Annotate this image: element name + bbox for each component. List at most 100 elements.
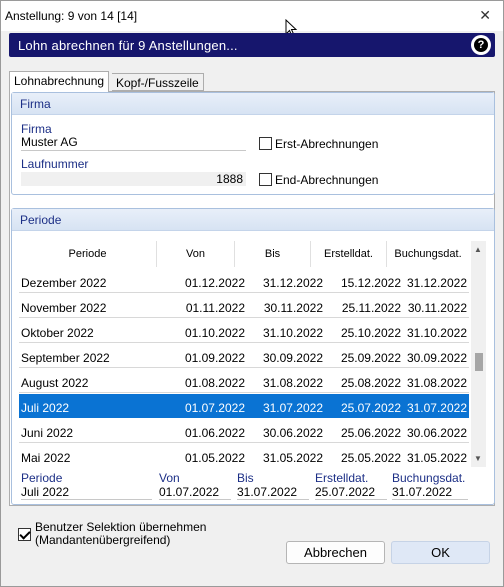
detail-underline-bis: [237, 499, 309, 500]
banner-title: Lohn abrechnen für 9 Anstellungen...: [18, 38, 238, 53]
end-abrechnungen-label: End-Abrechnungen: [275, 173, 379, 187]
cell-erstelldat: 25.06.2022: [340, 426, 401, 440]
title-bar[interactable]: Anstellung: 9 von 14 [14] ✕: [1, 1, 503, 31]
cell-periode: Oktober 2022: [21, 326, 94, 340]
table-row[interactable]: November 2022 01.11.2022 30.11.2022 25.1…: [19, 294, 469, 318]
benutzer-selektion-checkbox[interactable]: [18, 528, 31, 541]
row-divider: [19, 292, 469, 293]
cell-bis: 30.09.2022: [262, 351, 323, 365]
laufnummer-field[interactable]: 1888: [21, 172, 246, 186]
cell-bis: 30.11.2022: [263, 301, 323, 315]
table-row-selected[interactable]: Juli 2022 01.07.2022 31.07.2022 25.07.20…: [19, 394, 469, 418]
cell-erstelldat: 15.12.2022: [340, 276, 401, 290]
cell-bis: 30.06.2022: [262, 426, 323, 440]
cell-buchungsdat: 31.10.2022: [406, 326, 467, 340]
detail-value-periode: Juli 2022: [21, 485, 70, 499]
window-title: Anstellung: 9 von 14 [14]: [5, 9, 138, 23]
row-divider: [19, 317, 469, 318]
firma-group-title: Firma: [12, 93, 494, 115]
cell-von: 01.08.2022: [184, 376, 245, 390]
cell-erstelldat: 25.05.2022: [340, 451, 401, 465]
cell-von: 01.09.2022: [184, 351, 245, 365]
cell-buchungsdat: 30.06.2022: [406, 426, 467, 440]
column-header-von[interactable]: Von: [157, 241, 235, 267]
header-banner: Lohn abrechnen für 9 Anstellungen... ?: [9, 33, 495, 57]
cell-buchungsdat: 31.12.2022: [406, 276, 467, 290]
periode-group-title: Periode: [12, 209, 494, 231]
table-row[interactable]: Oktober 2022 01.10.2022 31.10.2022 25.10…: [19, 319, 469, 343]
cell-periode: November 2022: [21, 301, 107, 315]
scroll-up-icon[interactable]: ▲: [474, 245, 482, 254]
detail-value-erstelldat: 25.07.2022: [315, 485, 376, 499]
cell-bis: 31.10.2022: [262, 326, 323, 340]
firma-value[interactable]: Muster AG: [21, 135, 78, 149]
detail-underline-buchungsdat: [392, 499, 468, 500]
column-header-bis[interactable]: Bis: [235, 241, 311, 267]
mandanten-label: (Mandantenübergreifend): [35, 533, 171, 547]
table-row[interactable]: August 2022 01.08.2022 31.08.2022 25.08.…: [19, 369, 469, 393]
tab-kopf-fusszeile[interactable]: Kopf-/Fusszeile: [112, 73, 204, 91]
cell-periode: August 2022: [21, 376, 89, 390]
table-row[interactable]: Mai 2022 01.05.2022 31.05.2022 25.05.202…: [19, 444, 469, 468]
cell-periode: Juli 2022: [21, 401, 70, 415]
table-row[interactable]: September 2022 01.09.2022 30.09.2022 25.…: [19, 344, 469, 368]
column-header-buchungsdat[interactable]: Buchungsdat.: [387, 241, 469, 267]
detail-value-bis: 31.07.2022: [237, 485, 298, 499]
detail-label-von: Von: [159, 471, 180, 485]
detail-label-periode: Periode: [21, 471, 63, 485]
cell-buchungsdat: 31.05.2022: [406, 451, 467, 465]
scroll-down-icon[interactable]: ▼: [474, 454, 482, 463]
laufnummer-label: Laufnummer: [21, 157, 89, 171]
table-row[interactable]: Juni 2022 01.06.2022 30.06.2022 25.06.20…: [19, 419, 469, 443]
detail-underline-erstelldat: [315, 499, 387, 500]
column-header-erstelldat[interactable]: Erstelldat.: [311, 241, 387, 267]
detail-label-bis: Bis: [237, 471, 254, 485]
cell-buchungsdat: 31.07.2022: [406, 401, 467, 415]
cell-periode: Juni 2022: [21, 426, 74, 440]
help-button[interactable]: ?: [471, 35, 491, 55]
cell-von: 01.07.2022: [184, 401, 245, 415]
cell-von: 01.05.2022: [184, 451, 245, 465]
cell-periode: Mai 2022: [21, 451, 71, 465]
cell-von: 01.12.2022: [184, 276, 245, 290]
cell-erstelldat: 25.09.2022: [340, 351, 401, 365]
row-divider: [19, 442, 469, 443]
cell-buchungsdat: 30.11.2022: [407, 301, 467, 315]
cell-periode: Dezember 2022: [21, 276, 107, 290]
table-header: Periode Von Bis Erstelldat. Buchungsdat.: [19, 241, 469, 267]
ok-button[interactable]: OK: [391, 541, 490, 564]
firma-label: Firma: [21, 122, 52, 136]
cell-von: 01.11.2022: [185, 301, 245, 315]
row-divider: [19, 342, 469, 343]
cell-periode: September 2022: [21, 351, 110, 365]
cell-bis: 31.07.2022: [262, 401, 323, 415]
table-row[interactable]: Dezember 2022 01.12.2022 31.12.2022 15.1…: [19, 269, 469, 293]
detail-underline-periode: [21, 499, 152, 500]
cell-erstelldat: 25.08.2022: [340, 376, 401, 390]
end-abrechnungen-checkbox[interactable]: [259, 173, 272, 186]
cell-bis: 31.08.2022: [262, 376, 323, 390]
cell-buchungsdat: 31.08.2022: [406, 376, 467, 390]
firma-underline: [21, 150, 246, 151]
cancel-button[interactable]: Abbrechen: [286, 541, 385, 564]
scroll-thumb[interactable]: [475, 353, 483, 371]
row-divider: [19, 367, 469, 368]
detail-label-erstelldat: Erstelldat.: [315, 471, 369, 485]
detail-label-buchungsdat: Buchungsdat.: [392, 471, 466, 485]
close-icon[interactable]: ✕: [479, 7, 491, 24]
cell-bis: 31.05.2022: [262, 451, 323, 465]
dialog-window: Anstellung: 9 von 14 [14] ✕ Lohn abrechn…: [0, 0, 504, 587]
help-icon: ?: [474, 38, 488, 52]
cell-von: 01.06.2022: [184, 426, 245, 440]
tab-lohnabrechnung[interactable]: Lohnabrechnung: [9, 71, 110, 92]
detail-value-von: 01.07.2022: [159, 485, 220, 499]
detail-value-buchungsdat: 31.07.2022: [392, 485, 453, 499]
row-divider: [19, 392, 469, 393]
benutzer-selektion-label: Benutzer Selektion übernehmen: [35, 520, 207, 534]
table-scrollbar[interactable]: ▲ ▼: [471, 241, 486, 467]
cell-erstelldat: 25.11.2022: [341, 301, 401, 315]
erst-abrechnungen-checkbox[interactable]: [259, 137, 272, 150]
cell-von: 01.10.2022: [184, 326, 245, 340]
detail-underline-von: [159, 499, 231, 500]
column-header-periode[interactable]: Periode: [19, 241, 157, 267]
